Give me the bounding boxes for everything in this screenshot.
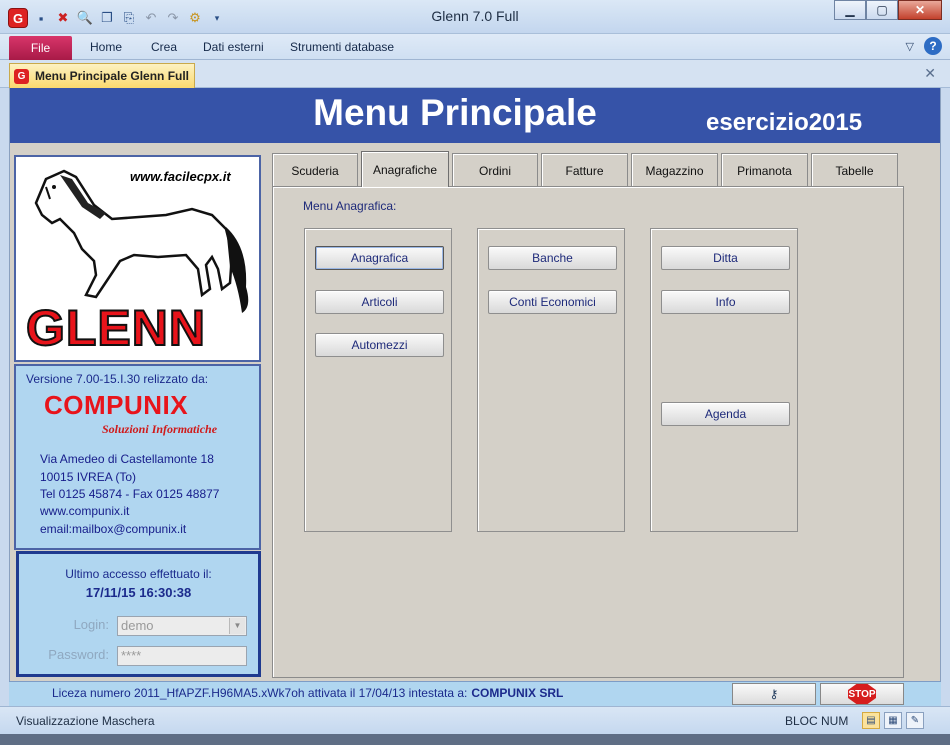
login-select[interactable]: demo ▼ — [117, 616, 247, 636]
login-label: Login: — [73, 617, 109, 632]
tab-anagrafiche[interactable]: Anagrafiche — [361, 151, 449, 187]
license-text: Liceza numero 2011_HfAPZF.H96MA5.xWk7oh … — [52, 686, 563, 700]
document-tab-menu-principale[interactable]: G Menu Principale Glenn Full — [9, 63, 195, 88]
automezzi-button[interactable]: Automezzi — [315, 333, 444, 357]
tab-dati-esterni[interactable]: Dati esterni — [203, 40, 264, 54]
horse-icon — [34, 169, 249, 313]
agenda-button[interactable]: Agenda — [661, 402, 790, 426]
license-bar: Liceza numero 2011_HfAPZF.H96MA5.xWk7oh … — [9, 681, 941, 706]
company-address-2: 10015 IVREA (To) — [40, 470, 137, 484]
close-document-icon[interactable]: ✕ — [924, 65, 936, 82]
window-title: Glenn 7.0 Full — [431, 8, 519, 24]
license-owner: COMPUNIX SRL — [471, 686, 564, 700]
key-button[interactable]: ⚷ — [732, 683, 816, 705]
login-value: demo — [121, 618, 154, 633]
view-switcher: ▤ ▦ ✎ — [862, 712, 924, 729]
menu-column-2: Banche Conti Economici — [477, 228, 625, 532]
login-panel: Ultimo accesso effettuato il: 17/11/15 1… — [16, 551, 261, 677]
tab-fatture[interactable]: Fatture — [541, 153, 628, 187]
page-title: Menu Principale — [313, 92, 597, 133]
tab-crea[interactable]: Crea — [151, 40, 177, 54]
form-icon: G — [14, 68, 29, 84]
banche-button[interactable]: Banche — [488, 246, 617, 270]
status-view-mode: Visualizzazione Maschera — [16, 714, 155, 728]
tab-primanota[interactable]: Primanota — [721, 153, 808, 187]
last-access-datetime: 17/11/15 16:30:38 — [85, 585, 192, 600]
ribbon-collapse-icon[interactable]: ▽ — [906, 40, 914, 53]
tab-ordini[interactable]: Ordini — [452, 153, 538, 187]
tab-home[interactable]: Home — [90, 40, 122, 54]
last-access-label: Ultimo accesso effettuato il: — [65, 567, 212, 581]
design-view-icon[interactable]: ✎ — [906, 712, 924, 729]
fiscal-year-prefix: esercizio — [706, 109, 809, 136]
close-window-button[interactable]: ✕ — [898, 0, 942, 20]
form-view-icon[interactable]: ▤ — [862, 712, 880, 729]
articoli-button[interactable]: Articoli — [315, 290, 444, 314]
help-icon[interactable]: ? — [924, 37, 942, 55]
file-tab[interactable]: File — [9, 36, 72, 60]
company-email: email:mailbox@compunix.it — [40, 522, 187, 536]
password-field[interactable]: **** — [117, 646, 247, 666]
ditta-button[interactable]: Ditta — [661, 246, 790, 270]
anagrafica-button[interactable]: Anagrafica — [315, 246, 444, 270]
ribbon-tab-bar: File Home Crea Dati esterni Strumenti da… — [0, 34, 950, 60]
company-address-1: Via Amedeo di Castellamonte 18 — [40, 452, 214, 466]
info-button[interactable]: Info — [661, 290, 790, 314]
anagrafiche-tab-panel: Menu Anagrafica: Anagrafica Articoli Aut… — [272, 186, 904, 678]
fiscal-year: esercizio2015 — [706, 109, 862, 137]
company-subtitle: Soluzioni Informatiche — [102, 422, 218, 436]
form-header: Menu Principale esercizio2015 — [10, 88, 940, 143]
company-phone: Tel 0125 45874 - Fax 0125 48877 — [40, 487, 220, 501]
main-form: Menu Principale esercizio2015 www.facile… — [9, 88, 941, 681]
tab-strumenti-database[interactable]: Strumenti database — [290, 40, 394, 54]
minimize-button[interactable]: ▁ — [834, 0, 866, 20]
menu-column-3: Ditta Info Agenda — [650, 228, 798, 532]
maximize-button[interactable]: ▢ — [866, 0, 898, 20]
tab-magazzino[interactable]: Magazzino — [631, 153, 718, 187]
tab-tabelle[interactable]: Tabelle — [811, 153, 898, 187]
panel-title: Menu Anagrafica: — [303, 199, 397, 213]
status-bar: Visualizzazione Maschera BLOC NUM ▤ ▦ ✎ — [0, 706, 950, 734]
conti-economici-button[interactable]: Conti Economici — [488, 290, 617, 314]
chevron-down-icon[interactable]: ▼ — [229, 618, 245, 634]
company-website: www.compunix.it — [40, 504, 130, 518]
version-text: Versione 7.00-15.I.30 relizzato da: — [26, 372, 209, 386]
fiscal-year-value: 2015 — [808, 109, 863, 136]
background-desktop — [0, 734, 950, 745]
license-number: Liceza numero 2011_HfAPZF.H96MA5.xWk7oh … — [52, 686, 468, 700]
logo-brand-text: GLENN — [25, 299, 206, 357]
stop-icon: STOP — [848, 684, 876, 704]
window-title-bar: G ▪ ✖ 🔍 ❐ ⎘ ↶ ↷ ⚙ ▾ Glenn 7.0 Full ▁ ▢ ✕ — [0, 0, 950, 34]
company-logo-text: COMPUNIX — [44, 390, 189, 420]
document-tab-bar: G Menu Principale Glenn Full ✕ — [0, 60, 950, 88]
status-numlock: BLOC NUM — [785, 714, 849, 728]
document-tab-label: Menu Principale Glenn Full — [35, 69, 190, 83]
menu-column-1: Anagrafica Articoli Automezzi — [304, 228, 452, 532]
tab-scuderia[interactable]: Scuderia — [272, 153, 358, 187]
layout-view-icon[interactable]: ▦ — [884, 712, 902, 729]
window-controls: ▁ ▢ ✕ — [834, 0, 942, 20]
key-icon: ⚷ — [769, 687, 779, 701]
company-info-panel: Versione 7.00-15.I.30 relizzato da: COMP… — [14, 364, 261, 550]
ribbon-help-area: ▽ ? — [906, 37, 942, 55]
password-label: Password: — [48, 647, 109, 662]
stop-button[interactable]: STOP — [820, 683, 904, 705]
glenn-logo-panel: www.facilecpx.it GLENN — [14, 155, 261, 362]
